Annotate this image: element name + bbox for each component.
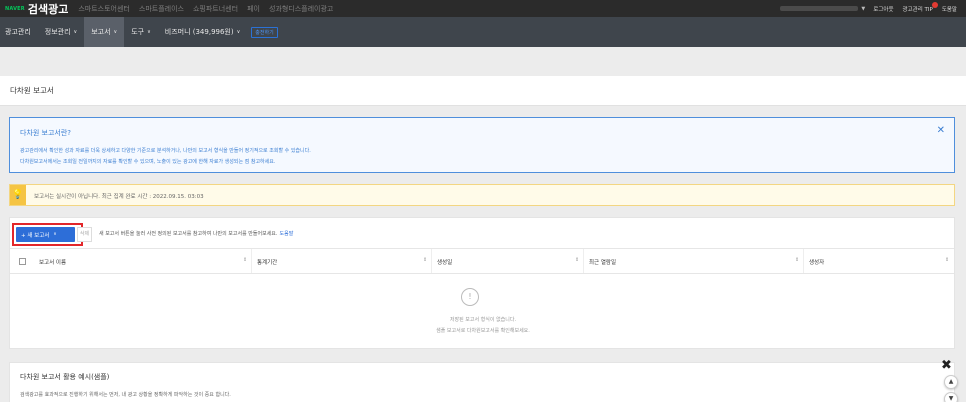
scroll-bottom-icon[interactable]: ▼ — [944, 392, 958, 402]
chevron-down-icon: ∨ — [73, 29, 78, 35]
page-header: 다차원 보고서 — [0, 76, 966, 106]
nav-label: 광고관리 — [5, 28, 31, 36]
service-links: 스마트스토어센터 스마트플레이스 쇼핑파트너센터 페이 성과형디스플레이광고 — [78, 4, 342, 14]
charge-button[interactable]: 충전하기 — [251, 26, 278, 38]
page-title: 다차원 보고서 — [10, 86, 54, 95]
chevron-down-icon: ∨ — [113, 29, 118, 35]
column-header-report-name[interactable]: 보고서 이름 — [39, 258, 66, 266]
top-bar: NAVER 검색광고 스마트스토어센터 스마트플레이스 쇼핑파트너센터 페이 성… — [0, 0, 966, 17]
account-name-blurred[interactable] — [780, 6, 859, 11]
info-line-1: 광고관리에서 확인한 성과 자료를 더욱 상세하고 다양한 기준으로 분석하거나… — [20, 148, 311, 154]
sort-icon[interactable]: ⇕ — [575, 257, 579, 263]
empty-state-icon: ! — [461, 288, 479, 306]
column-header-created-date[interactable]: 생성일 — [437, 258, 452, 266]
notification-dot — [931, 1, 938, 8]
notice-bar: 💡 보고서는 실시간이 아닙니다. 최근 집계 완료 시간 : 2022.09.… — [9, 184, 955, 206]
notice-text: 보고서는 실시간이 아닙니다. 최근 집계 완료 시간 : 2022.09.15… — [34, 194, 204, 200]
sort-icon[interactable]: ⇕ — [945, 257, 949, 263]
nav-info-management[interactable]: 정보관리 ∨ — [38, 17, 84, 47]
new-report-button[interactable]: + 새 보고서 ∨ — [16, 227, 75, 242]
help-link[interactable]: 도움말 — [942, 5, 957, 13]
nav-label: 보고서 — [91, 28, 111, 36]
toolbar-hint: 새 보고서 버튼을 눌러 사전 정의된 보고서를 참고하여 나만의 보고서를 만… — [99, 230, 293, 237]
column-divider — [583, 249, 584, 273]
nav-ad-management[interactable]: 광고관리 — [0, 17, 38, 47]
main-nav: 광고관리 정보관리 ∨ 보고서 ∨ 도구 ∨ 비즈머니 (349,996원) ∨ 충전하… — [0, 17, 966, 47]
nav-tools[interactable]: 도구 ∨ — [124, 17, 158, 47]
chevron-down-icon: ∨ — [53, 232, 57, 237]
table-header: 보고서 이름 ⇕ 통계기간 ⇕ 생성일 ⇕ 최근 열람일 ⇕ 생성자 ⇕ — [10, 249, 954, 274]
nav-bizmoney[interactable]: 비즈머니 (349,996원) ∨ — [158, 17, 248, 47]
chevron-down-icon: ∨ — [147, 29, 151, 35]
nav-reports[interactable]: 보고서 ∨ — [84, 17, 125, 47]
report-toolbar: + 새 보고서 ∨ 삭제 새 보고서 버튼을 눌러 사전 정의된 보고서를 참고… — [10, 218, 954, 249]
sort-icon[interactable]: ⇕ — [795, 257, 799, 263]
service-link-smartstore[interactable]: 스마트스토어센터 — [78, 4, 130, 14]
sort-icon[interactable]: ⇕ — [243, 257, 247, 263]
empty-state-hint: 샘플 보고서로 다차원보고서를 확인해보세요. — [436, 328, 530, 334]
hint-text: 새 보고서 버튼을 눌러 사전 정의된 보고서를 참고하여 나만의 보고서를 만… — [99, 231, 278, 237]
column-divider — [251, 249, 252, 273]
delete-button[interactable]: 삭제 — [77, 227, 92, 242]
empty-state-message: 저장된 보고서 형식이 없습니다. — [449, 317, 517, 323]
new-report-label: + 새 보고서 — [21, 232, 50, 239]
info-box: 다차원 보고서란? 광고관리에서 확인한 성과 자료를 더욱 상세하고 다양한 … — [9, 117, 955, 173]
brand-title: 검색광고 — [27, 2, 69, 16]
sample-section: 다차원 보고서 활용 예시(샘플) 검색광고를 효과적으로 진행하기 위해서는 … — [9, 362, 955, 402]
column-header-last-viewed[interactable]: 최근 열람일 — [589, 258, 616, 266]
lightbulb-icon: 💡 — [10, 185, 26, 205]
nav-label: 도구 — [131, 28, 145, 36]
info-line-2: 다차원보고서에서는 조회일 전일까지의 자료를 확인할 수 있으며, 노출이 있… — [20, 159, 276, 165]
ad-tip-link[interactable]: 광고관리 TIP — [902, 1, 938, 13]
chevron-down-icon[interactable]: ▼ — [861, 6, 865, 12]
column-header-creator[interactable]: 생성자 — [809, 258, 824, 266]
nav-label: 비즈머니 (349,996원) — [164, 28, 234, 36]
close-icon[interactable]: ✖ — [941, 359, 952, 372]
service-link-pay[interactable]: 페이 — [247, 4, 260, 14]
scroll-top-icon[interactable]: ▲ — [944, 375, 958, 389]
select-all-checkbox[interactable] — [19, 258, 26, 265]
nav-label: 정보관리 — [44, 28, 71, 36]
logout-link[interactable]: 로그아웃 — [873, 5, 893, 13]
chevron-down-icon: ∨ — [236, 29, 241, 35]
column-divider — [431, 249, 432, 273]
close-icon[interactable]: ✕ — [937, 126, 945, 136]
brand-logo[interactable]: NAVER 검색광고 — [5, 1, 68, 17]
service-link-smartplace[interactable]: 스마트플레이스 — [139, 4, 184, 14]
sample-section-title: 다차원 보고서 활용 예시(샘플) — [20, 373, 110, 381]
sample-section-subtitle: 검색광고를 효과적으로 진행하기 위해서는 먼저, 내 광고 상황을 정확하게 … — [20, 392, 231, 398]
naver-wordmark: NAVER — [5, 5, 25, 12]
service-link-display-ads[interactable]: 성과형디스플레이광고 — [269, 4, 333, 14]
ad-tip-label: 광고관리 TIP — [902, 6, 933, 13]
column-header-period[interactable]: 통계기간 — [257, 258, 277, 266]
info-title: 다차원 보고서란? — [20, 129, 72, 137]
help-link[interactable]: 도움말 — [280, 231, 294, 237]
sort-icon[interactable]: ⇕ — [423, 257, 427, 263]
top-right-menu: ▼ 로그아웃 광고관리 TIP 도움말 — [780, 0, 966, 17]
column-divider — [803, 249, 804, 273]
service-link-shopping-partner[interactable]: 쇼핑파트너센터 — [193, 4, 238, 14]
